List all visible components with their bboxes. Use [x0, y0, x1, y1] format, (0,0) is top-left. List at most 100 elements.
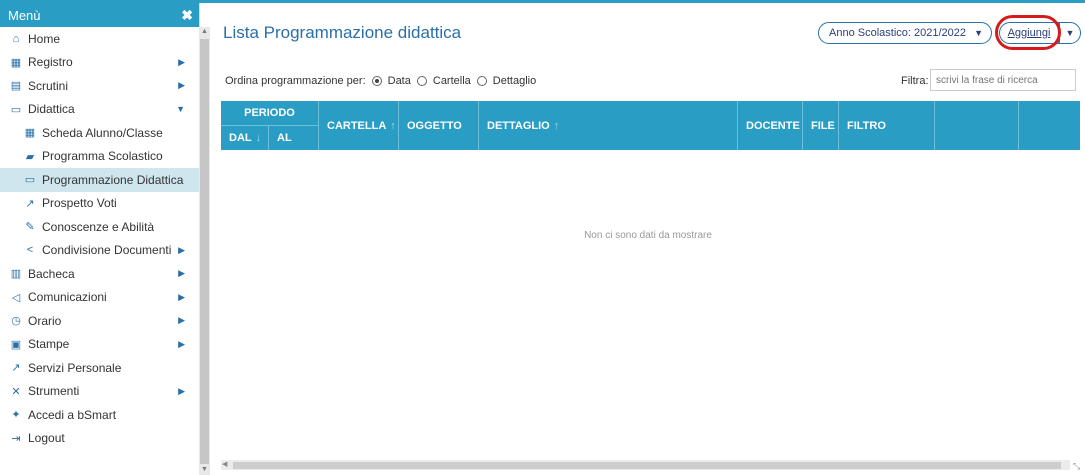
column-header-al[interactable]: AL — [269, 126, 319, 150]
school-year-select[interactable]: Anno Scolastico: 2021/2022 ▼ — [818, 22, 992, 44]
chevron-right-icon: ▶ — [178, 268, 185, 279]
tools-icon: ✕ — [11, 385, 21, 398]
column-header-cartella[interactable]: CARTELLA ↑ — [319, 101, 399, 150]
column-header-docente[interactable]: DOCENTE — [738, 101, 803, 150]
column-label: FILE — [811, 119, 835, 132]
keyboard-icon: ▭ — [24, 174, 36, 187]
column-label: CARTELLA — [327, 119, 387, 132]
sort-label: Ordina programmazione per: — [225, 75, 366, 87]
sidebar-item-label: Logout — [28, 431, 65, 446]
sidebar-item-scheda-alunno[interactable]: ▦ Scheda Alunno/Classe — [0, 121, 199, 145]
caret-down-icon: ▼ — [1065, 28, 1075, 38]
sidebar-title: Menù — [8, 7, 41, 23]
chevron-right-icon: ▶ — [178, 80, 185, 91]
close-icon[interactable]: ✖ — [181, 7, 193, 24]
column-header-filtro[interactable]: FILTRO — [839, 101, 935, 150]
document-icon: ▤ — [10, 80, 22, 93]
calendar-icon: ▦ — [10, 56, 22, 69]
book-icon: ▭ — [10, 103, 22, 116]
sidebar-item-label: Programmazione Didattica — [42, 172, 184, 187]
sidebar-item-comunicazioni[interactable]: ◁ Comunicazioni ▶ — [0, 286, 199, 310]
sidebar-item-strumenti[interactable]: ✕ Strumenti ▶ — [0, 380, 199, 404]
sidebar-item-servizi-personale[interactable]: ↗ Servizi Personale — [0, 356, 199, 380]
sidebar-item-label: Stampe — [28, 337, 70, 352]
column-header-periodo: PERIODO — [221, 101, 319, 126]
column-header-oggetto[interactable]: OGGETTO — [399, 101, 479, 150]
column-label: OGGETTO — [407, 119, 462, 132]
table-icon: ▦ — [24, 127, 36, 140]
sidebar-menu: Menù ✖ ⌂ Home ▦ Registro ▶ ▤ Scrutini ▶ ▭ Dida… — [0, 3, 200, 475]
sidebar-item-didattica[interactable]: ▭ Didattica ▼ — [0, 98, 199, 122]
column-label: FILTRO — [847, 119, 886, 132]
sidebar-item-condivisione-documenti[interactable]: < Condivisione Documenti ▶ — [0, 239, 199, 263]
chevron-down-icon: ▼ — [176, 104, 185, 115]
radio-sort-cartella[interactable] — [416, 76, 427, 86]
sidebar-item-label: Accedi a bSmart — [28, 407, 117, 422]
sidebar-item-logout[interactable]: ⇥ Logout — [0, 427, 199, 451]
scrollbar-thumb[interactable] — [200, 39, 209, 464]
logout-icon: ⇥ — [11, 432, 21, 445]
column-header-dal[interactable]: DAL ↓ — [221, 126, 269, 150]
sidebar-item-bsmart[interactable]: ✦ Accedi a bSmart — [0, 403, 199, 427]
chevron-right-icon: ▶ — [178, 385, 185, 396]
highlight-annotation — [995, 15, 1061, 50]
scroll-down-icon[interactable]: ▼ — [199, 465, 210, 475]
sidebar-item-bacheca[interactable]: ▥ Bacheca ▶ — [0, 262, 199, 286]
sidebar-item-stampe[interactable]: ▣ Stampe ▶ — [0, 333, 199, 357]
sidebar-scrollbar[interactable]: ▲ ▼ — [199, 27, 210, 475]
chevron-right-icon: ▶ — [178, 244, 185, 255]
sidebar-item-registro[interactable]: ▦ Registro ▶ — [0, 51, 199, 75]
book-icon: ▰ — [25, 150, 35, 163]
share-icon: < — [26, 244, 34, 257]
column-label: DETTAGLIO — [487, 119, 550, 132]
scroll-left-icon[interactable]: ◀ — [222, 460, 227, 470]
add-dropdown-button[interactable]: ▼ — [1059, 22, 1081, 44]
sidebar-item-label: Prospetto Voti — [42, 196, 117, 211]
sort-options: Ordina programmazione per: Data Cartella… — [225, 75, 536, 87]
sidebar-item-label: Scrutini — [28, 78, 69, 93]
megaphone-icon: ◁ — [11, 291, 21, 304]
sidebar-item-prospetto-voti[interactable]: ↗ Prospetto Voti — [0, 192, 199, 216]
column-label: DAL — [229, 132, 252, 144]
external-link-icon: ↗ — [11, 362, 21, 375]
radio-sort-data[interactable] — [371, 76, 382, 86]
chevron-right-icon: ▶ — [178, 56, 185, 67]
caret-down-icon: ▼ — [974, 28, 983, 38]
scroll-up-icon[interactable]: ▲ — [199, 27, 210, 37]
sidebar-item-label: Registro — [28, 55, 73, 70]
column-label: AL — [277, 132, 292, 144]
column-label: PERIODO — [244, 107, 295, 119]
sidebar-item-label: Comunicazioni — [28, 290, 107, 305]
chevron-right-icon: ▶ — [178, 315, 185, 326]
radio-label: Data — [387, 75, 411, 87]
sidebar-item-programmazione-didattica[interactable]: ▭ Programmazione Didattica — [0, 168, 199, 192]
sidebar-item-home[interactable]: ⌂ Home — [0, 27, 199, 51]
scrollbar-thumb[interactable] — [233, 462, 1061, 469]
sidebar-item-scrutini[interactable]: ▤ Scrutini ▶ — [0, 74, 199, 98]
column-header-dettaglio[interactable]: DETTAGLIO ↑ — [479, 101, 738, 150]
sidebar-item-label: Home — [28, 31, 61, 46]
board-icon: ▥ — [10, 268, 22, 281]
home-icon: ⌂ — [12, 32, 20, 45]
sidebar-item-label: Bacheca — [28, 266, 75, 281]
sidebar-item-conoscenze-abilita[interactable]: ✎ Conoscenze e Abilità — [0, 215, 199, 239]
column-header-file[interactable]: FILE — [803, 101, 839, 150]
search-input[interactable] — [930, 69, 1076, 91]
radio-label: Cartella — [432, 75, 471, 87]
table-header: PERIODO DAL ↓ AL CARTELLA ↑ OGGETTO DETTAG… — [221, 101, 1080, 150]
sidebar-item-orario[interactable]: ◷ Orario ▶ — [0, 309, 199, 333]
printer-icon: ▣ — [10, 338, 22, 351]
sidebar-list: ⌂ Home ▦ Registro ▶ ▤ Scrutini ▶ ▭ Didattica ▼ … — [0, 27, 199, 450]
resize-handle-icon[interactable]: ⤡ — [1073, 461, 1080, 472]
radio-sort-dettaglio[interactable] — [476, 76, 487, 86]
sidebar-item-label: Strumenti — [28, 384, 80, 399]
filter-label: Filtra: — [901, 75, 929, 87]
chart-line-icon: ↗ — [25, 197, 35, 210]
empty-table-message: Non ci sono dati da mostrare — [584, 230, 712, 241]
sidebar-item-programma-scolastico[interactable]: ▰ Programma Scolastico — [0, 145, 199, 169]
chevron-right-icon: ▶ — [178, 338, 185, 349]
sidebar-item-label: Condivisione Documenti — [42, 243, 172, 258]
magic-wand-icon: ✎ — [25, 221, 35, 234]
page-title: Lista Programmazione didattica — [223, 23, 462, 42]
horizontal-scrollbar[interactable]: ◀ — [221, 460, 1070, 470]
